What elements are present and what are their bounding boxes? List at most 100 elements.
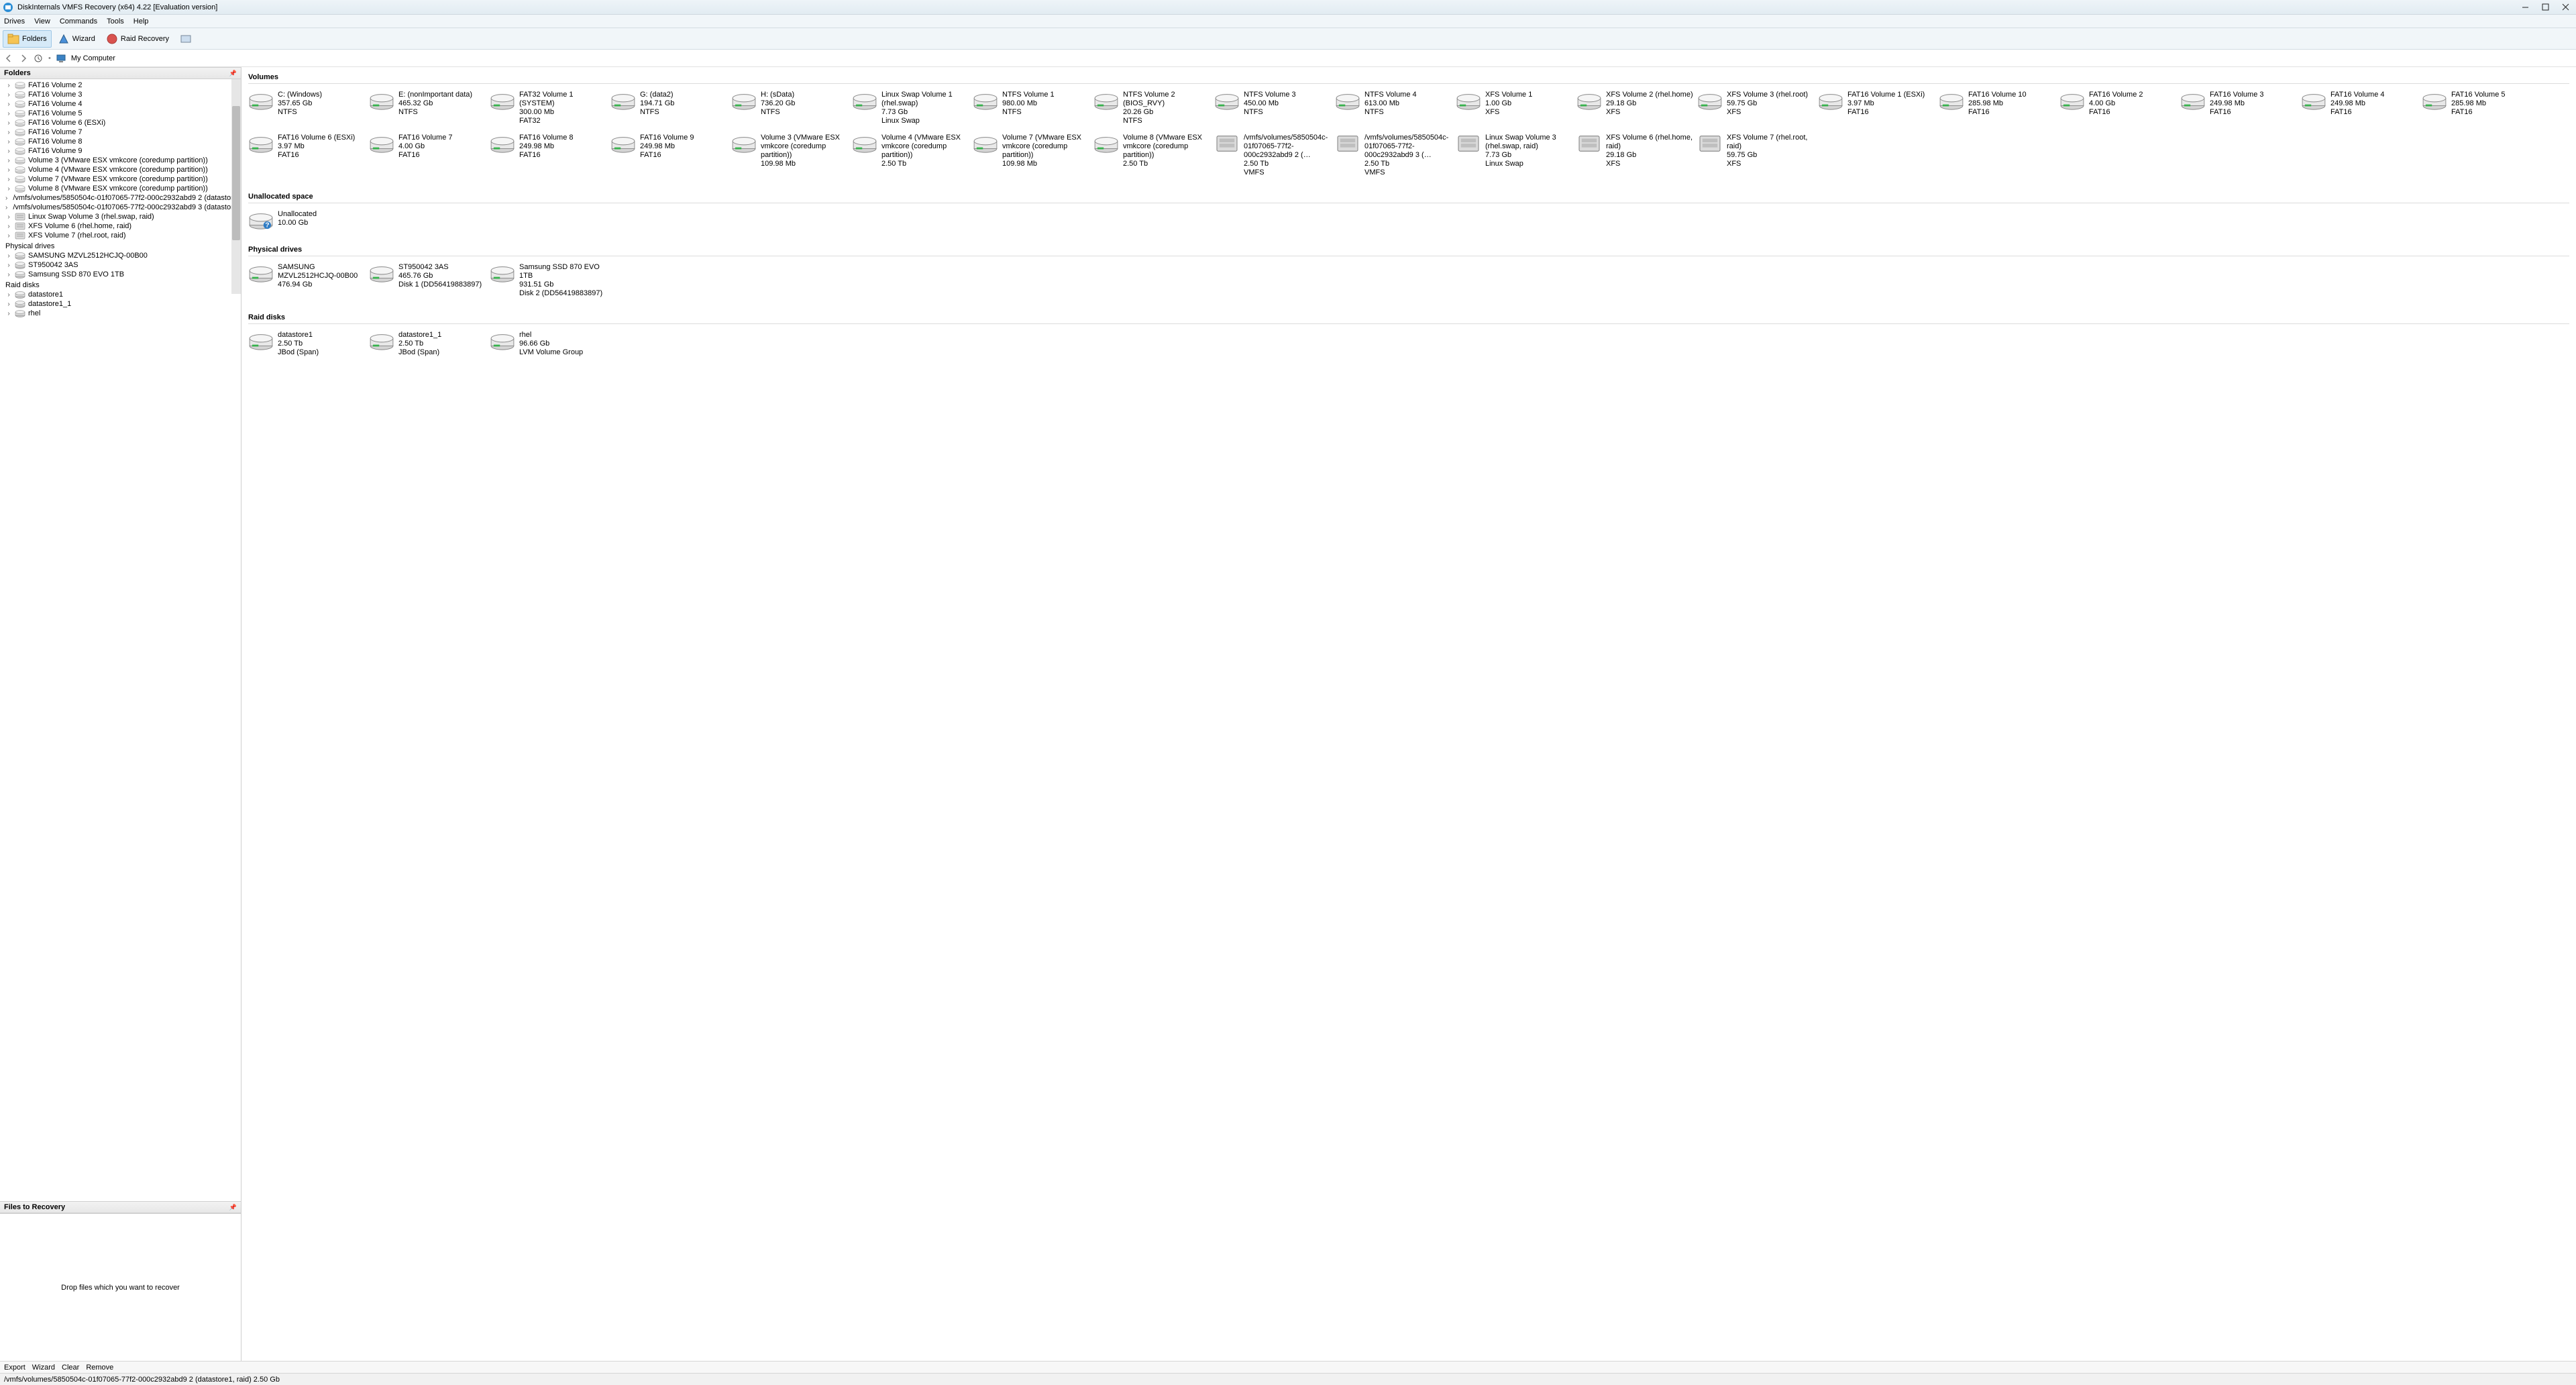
tree-item[interactable]: ›FAT16 Volume 5 (0, 109, 241, 118)
volume-item[interactable]: rhel96.66 GbLVM Volume Group (490, 331, 610, 357)
volume-item[interactable]: XFS Volume 2 (rhel.home)29.18 GbXFS (1576, 91, 1697, 125)
expand-icon[interactable]: › (5, 129, 12, 136)
maximize-button[interactable] (2541, 3, 2549, 11)
tree-item[interactable]: ›SAMSUNG MZVL2512HCJQ-00B00 (0, 251, 241, 260)
volume-item[interactable]: FAT16 Volume 24.00 GbFAT16 (2059, 91, 2180, 125)
tree-item[interactable]: ›Volume 4 (VMware ESX vmkcore (coredump … (0, 165, 241, 174)
volume-item[interactable]: C: (Windows)357.65 GbNTFS (248, 91, 369, 125)
volume-item[interactable]: G: (data2)194.71 GbNTFS (610, 91, 731, 125)
volume-item[interactable]: XFS Volume 3 (rhel.root)59.75 GbXFS (1697, 91, 1818, 125)
volume-item[interactable]: NTFS Volume 1980.00 MbNTFS (973, 91, 1093, 125)
tree-item[interactable]: ›/vmfs/volumes/5850504c-01f07065-77f2-00… (0, 203, 241, 212)
expand-icon[interactable]: › (5, 223, 12, 230)
toolbar-raid-button[interactable]: Raid Recovery (101, 30, 174, 48)
tree-item[interactable]: ›FAT16 Volume 3 (0, 90, 241, 99)
volume-item[interactable]: FAT16 Volume 9249.98 MbFAT16 (610, 134, 731, 177)
expand-icon[interactable]: › (5, 204, 7, 211)
toolbar-wizard-button[interactable]: Wizard (53, 30, 100, 48)
volume-item[interactable]: FAT32 Volume 1 (SYSTEM)300.00 MbFAT32 (490, 91, 610, 125)
pin-icon[interactable]: 📌 (229, 70, 237, 77)
expand-icon[interactable]: › (5, 195, 7, 202)
volume-item[interactable]: Volume 4 (VMware ESX vmkcore (coredump p… (852, 134, 973, 177)
tree-item[interactable]: ›Samsung SSD 870 EVO 1TB (0, 270, 241, 279)
bottom-remove-button[interactable]: Remove (86, 1364, 113, 1372)
nav-history-icon[interactable] (34, 54, 43, 63)
volume-item[interactable]: Volume 3 (VMware ESX vmkcore (coredump p… (731, 134, 852, 177)
menu-view[interactable]: View (34, 17, 50, 25)
toolbar-cfg-button[interactable] (175, 30, 197, 48)
tree-item[interactable]: ›XFS Volume 6 (rhel.home, raid) (0, 221, 241, 231)
tree-item[interactable]: ›FAT16 Volume 2 (0, 81, 241, 90)
volume-item[interactable]: FAT16 Volume 1 (ESXi)3.97 MbFAT16 (1818, 91, 1939, 125)
tree-item[interactable]: ›FAT16 Volume 9 (0, 146, 241, 156)
expand-icon[interactable]: › (5, 157, 12, 164)
nav-forward-icon[interactable] (19, 54, 28, 63)
menu-commands[interactable]: Commands (60, 17, 97, 25)
volume-item[interactable]: FAT16 Volume 74.00 GbFAT16 (369, 134, 490, 177)
expand-icon[interactable]: › (5, 166, 12, 174)
toolbar-folders-button[interactable]: Folders (3, 30, 52, 48)
volume-item[interactable]: E: (nonImportant data)465.32 GbNTFS (369, 91, 490, 125)
volume-item[interactable]: SAMSUNG MZVL2512HCJQ-00B00476.94 Gb (248, 263, 369, 298)
volume-item[interactable]: XFS Volume 7 (rhel.root, raid)59.75 GbXF… (1697, 134, 1818, 177)
expand-icon[interactable]: › (5, 252, 12, 260)
tree-scroll-thumb[interactable] (232, 106, 240, 240)
expand-icon[interactable]: › (5, 262, 12, 269)
volume-item[interactable]: XFS Volume 11.00 GbXFS (1456, 91, 1576, 125)
expand-icon[interactable]: › (5, 148, 12, 155)
expand-icon[interactable]: › (5, 91, 12, 99)
tree-item[interactable]: ›FAT16 Volume 6 (ESXi) (0, 118, 241, 127)
expand-icon[interactable]: › (5, 232, 12, 240)
volume-item[interactable]: Volume 7 (VMware ESX vmkcore (coredump p… (973, 134, 1093, 177)
expand-icon[interactable]: › (5, 291, 12, 299)
volume-item[interactable]: NTFS Volume 2 (BIOS_RVY)20.26 GbNTFS (1093, 91, 1214, 125)
volume-item[interactable]: ST950042 3AS465.76 GbDisk 1 (DD564198838… (369, 263, 490, 298)
volume-item[interactable]: Volume 8 (VMware ESX vmkcore (coredump p… (1093, 134, 1214, 177)
expand-icon[interactable]: › (5, 301, 12, 308)
tree-item[interactable]: ›FAT16 Volume 4 (0, 99, 241, 109)
tree-item[interactable]: ›XFS Volume 7 (rhel.root, raid) (0, 231, 241, 240)
volume-item[interactable]: FAT16 Volume 4249.98 MbFAT16 (2301, 91, 2422, 125)
tree-item[interactable]: ›FAT16 Volume 7 (0, 127, 241, 137)
bottom-clear-button[interactable]: Clear (62, 1364, 79, 1372)
volume-item[interactable]: Unallocated10.00 Gb (248, 210, 369, 230)
expand-icon[interactable]: › (5, 271, 12, 278)
pin-icon[interactable]: 📌 (229, 1204, 237, 1211)
volume-item[interactable]: Linux Swap Volume 1 (rhel.swap)7.73 GbLi… (852, 91, 973, 125)
volume-item[interactable]: FAT16 Volume 8249.98 MbFAT16 (490, 134, 610, 177)
volume-item[interactable]: NTFS Volume 4613.00 MbNTFS (1335, 91, 1456, 125)
volume-item[interactable]: /vmfs/volumes/5850504c-01f07065-77f2-000… (1214, 134, 1335, 177)
close-button[interactable] (2561, 3, 2569, 11)
tree-item[interactable]: ›Volume 7 (VMware ESX vmkcore (coredump … (0, 174, 241, 184)
volume-item[interactable]: XFS Volume 6 (rhel.home, raid)29.18 GbXF… (1576, 134, 1697, 177)
bottom-export-button[interactable]: Export (4, 1364, 25, 1372)
tree-item[interactable]: ›ST950042 3AS (0, 260, 241, 270)
expand-icon[interactable]: › (5, 138, 12, 146)
expand-icon[interactable]: › (5, 119, 12, 127)
minimize-button[interactable] (2521, 3, 2529, 11)
volume-item[interactable]: NTFS Volume 3450.00 MbNTFS (1214, 91, 1335, 125)
menu-tools[interactable]: Tools (107, 17, 124, 25)
volume-item[interactable]: Samsung SSD 870 EVO 1TB931.51 GbDisk 2 (… (490, 263, 610, 298)
expand-icon[interactable]: › (5, 176, 12, 183)
volume-item[interactable]: FAT16 Volume 10285.98 MbFAT16 (1939, 91, 2059, 125)
content-pane[interactable]: VolumesC: (Windows)357.65 GbNTFSE: (nonI… (241, 67, 2576, 1361)
bottom-wizard-button[interactable]: Wizard (32, 1364, 55, 1372)
tree-item[interactable]: ›Linux Swap Volume 3 (rhel.swap, raid) (0, 212, 241, 221)
tree-item[interactable]: ›Volume 8 (VMware ESX vmkcore (coredump … (0, 184, 241, 193)
volume-item[interactable]: datastore1_12.50 TbJBod (Span) (369, 331, 490, 357)
tree-item[interactable]: ›datastore1_1 (0, 299, 241, 309)
tree-scrollbar[interactable] (231, 79, 241, 294)
expand-icon[interactable]: › (5, 213, 12, 221)
breadcrumb[interactable]: My Computer (71, 54, 115, 62)
expand-icon[interactable]: › (5, 310, 12, 317)
volume-item[interactable]: FAT16 Volume 5285.98 MbFAT16 (2422, 91, 2542, 125)
expand-icon[interactable]: › (5, 110, 12, 117)
tree-item[interactable]: ›rhel (0, 309, 241, 318)
volume-item[interactable]: FAT16 Volume 3249.98 MbFAT16 (2180, 91, 2301, 125)
nav-back-icon[interactable] (4, 54, 13, 63)
volume-item[interactable]: FAT16 Volume 6 (ESXi)3.97 MbFAT16 (248, 134, 369, 177)
expand-icon[interactable]: › (5, 101, 12, 108)
volume-item[interactable]: datastore12.50 TbJBod (Span) (248, 331, 369, 357)
volume-item[interactable]: H: (sData)736.20 GbNTFS (731, 91, 852, 125)
